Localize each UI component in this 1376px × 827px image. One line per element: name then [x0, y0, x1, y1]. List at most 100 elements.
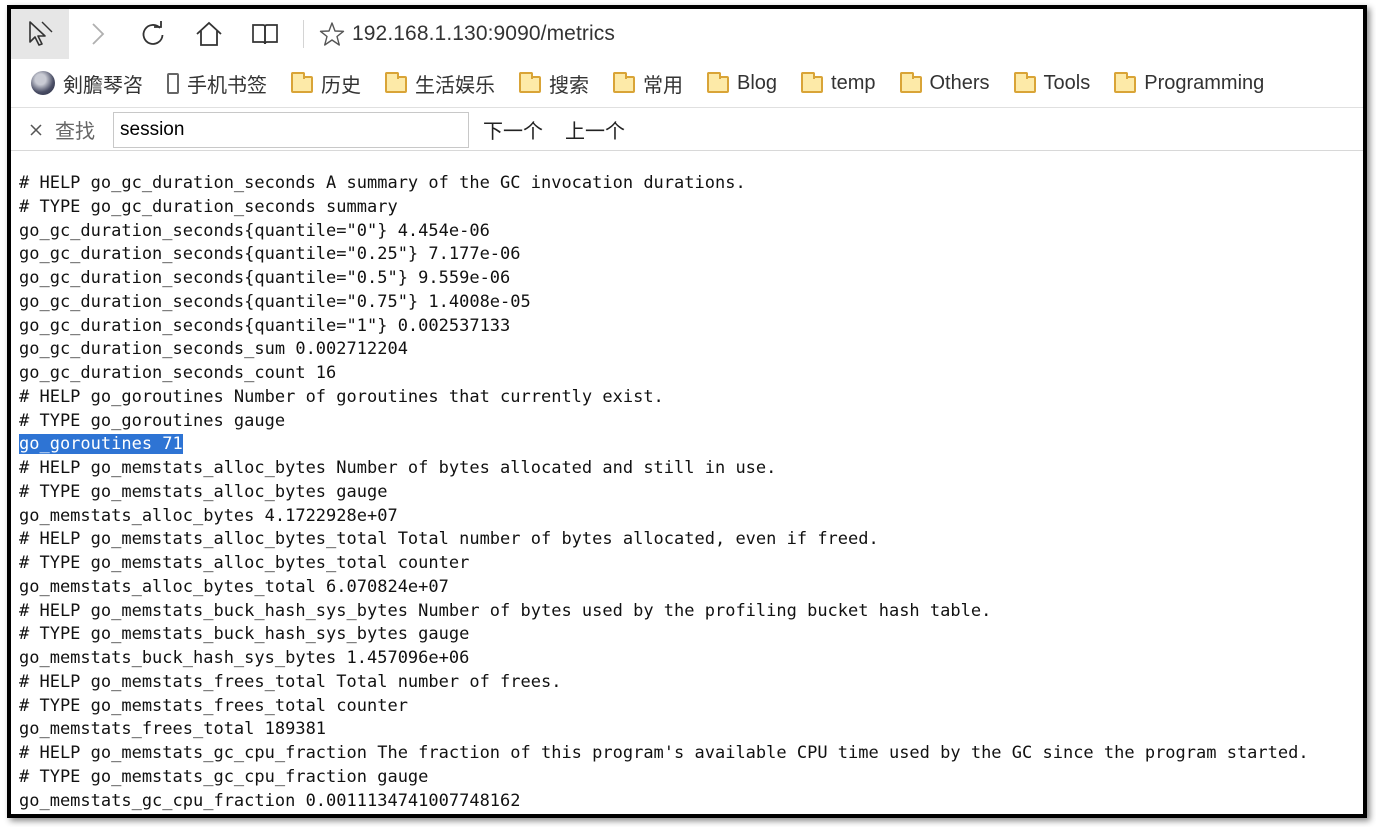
metrics-line: go_memstats_buck_hash_sys_bytes 1.457096…: [19, 647, 1363, 671]
metrics-line: # HELP go_goroutines Number of goroutine…: [19, 386, 1363, 410]
forward-icon: [92, 23, 105, 45]
metrics-line-text: # TYPE go_memstats_alloc_bytes_total cou…: [19, 553, 470, 573]
metrics-line: # TYPE go_memstats_frees_total counter: [19, 695, 1363, 719]
folder-icon: [519, 72, 541, 93]
find-previous-button[interactable]: 上一个: [565, 115, 625, 144]
bookmark-label: 历史: [321, 74, 361, 97]
find-next-button[interactable]: 下一个: [483, 115, 543, 144]
bookmark-folder-common[interactable]: 常用: [613, 69, 683, 98]
bookmark-folder-life[interactable]: 生活娱乐: [385, 69, 495, 98]
metrics-line-text: go_memstats_alloc_bytes_total 6.070824e+…: [19, 576, 449, 597]
forward-button[interactable]: [69, 9, 125, 59]
bookmark-mobile[interactable]: 手机书签: [167, 69, 267, 98]
bookmark-label: Programming: [1144, 71, 1265, 94]
metrics-line: # TYPE go_memstats_buck_hash_sys_bytes g…: [19, 623, 1363, 647]
bookmark-folder-search[interactable]: 搜索: [519, 69, 589, 98]
folder-icon: [1013, 72, 1036, 93]
phone-icon: [167, 72, 179, 94]
bookmark-label: temp: [831, 71, 876, 94]
metrics-line-text: # TYPE go_memstats_buck_hash_sys_bytes g…: [19, 624, 470, 645]
folder-icon: [291, 72, 313, 93]
folder-icon: [801, 72, 824, 93]
bookmark-folder-others[interactable]: Others: [899, 71, 990, 95]
bookmark-label: 生活娱乐: [415, 74, 495, 97]
metrics-line: go_memstats_gc_cpu_fraction 0.0011134741…: [19, 790, 1363, 814]
metrics-line: # TYPE go_gc_duration_seconds summary: [19, 196, 1363, 220]
cursor-select-button[interactable]: [11, 9, 69, 59]
metrics-line-text: go_memstats_alloc_bytes 4.1722928e+07: [19, 505, 398, 526]
metrics-line-text: # HELP go_gc_duration_seconds A summary …: [19, 173, 746, 193]
metrics-line: go_goroutines 71: [19, 433, 1363, 457]
metrics-line-text: go_memstats_frees_total 189381: [19, 719, 327, 740]
metrics-line-text: # HELP go_goroutines Number of goroutine…: [19, 386, 664, 407]
metrics-line: # HELP go_memstats_frees_total Total num…: [19, 671, 1363, 695]
metrics-line: # TYPE go_memstats_alloc_bytes gauge: [19, 481, 1363, 505]
find-close-button[interactable]: [25, 119, 47, 141]
metrics-line-text: # HELP go_memstats_frees_total Total num…: [19, 671, 562, 692]
metrics-line-text: # HELP go_memstats_alloc_bytes Number of…: [19, 458, 777, 478]
metrics-line-text: go_gc_duration_seconds{quantile="0.5"} 9…: [19, 268, 511, 288]
metrics-line: go_gc_duration_seconds{quantile="1"} 0.0…: [19, 315, 1363, 339]
address-bar-url[interactable]: 192.168.1.130:9090/metrics: [352, 22, 615, 46]
find-bar: 查找 下一个 上一个: [11, 109, 1363, 151]
bookmark-label: 手机书签: [187, 74, 267, 97]
metrics-line: # HELP go_gc_duration_seconds A summary …: [19, 172, 1363, 196]
metrics-line: go_gc_duration_seconds{quantile="0"} 4.4…: [19, 220, 1363, 244]
bookmark-profile[interactable]: 剣膽琴咨: [31, 69, 143, 98]
bookmarks-bar: 剣膽琴咨 手机书签 历史 生活娱乐 搜索 常用 Blog temp Others…: [11, 59, 1363, 108]
folder-icon: [899, 72, 922, 93]
metrics-line-text: go_gc_duration_seconds{quantile="0.75"} …: [19, 291, 531, 312]
bookmark-label: Others: [929, 71, 990, 94]
metrics-line: # TYPE go_goroutines gauge: [19, 410, 1363, 434]
metrics-line: # HELP go_memstats_alloc_bytes Number of…: [19, 457, 1363, 481]
avatar-icon: [31, 71, 55, 95]
folder-icon: [1114, 72, 1137, 93]
favorite-star-icon: [319, 22, 345, 46]
metrics-line-text: go_memstats_gc_cpu_fraction 0.0011134741…: [19, 790, 521, 811]
metrics-line-text: go_gc_duration_seconds{quantile="0"} 4.4…: [19, 220, 490, 241]
metrics-line-text: go_gc_duration_seconds_count 16: [19, 363, 337, 383]
bookmark-folder-blog[interactable]: Blog: [707, 72, 777, 95]
metrics-line-text: go_gc_duration_seconds{quantile="1"} 0.0…: [19, 315, 511, 336]
metrics-line: go_gc_duration_seconds{quantile="0.5"} 9…: [19, 267, 1363, 291]
refresh-button[interactable]: [125, 9, 181, 59]
metrics-line-text: go_gc_duration_seconds{quantile="0.25"} …: [19, 244, 521, 265]
metrics-line: go_memstats_frees_total 189381: [19, 718, 1363, 742]
metrics-line: go_gc_duration_seconds{quantile="0.25"} …: [19, 243, 1363, 267]
reading-view-icon: [252, 24, 278, 45]
refresh-icon: [142, 21, 164, 45]
metrics-line-text: go_memstats_buck_hash_sys_bytes 1.457096…: [19, 648, 470, 668]
metrics-line-text: # HELP go_memstats_alloc_bytes_total Tot…: [19, 529, 879, 550]
bookmark-folder-programming[interactable]: Programming: [1114, 72, 1264, 95]
cursor-select-icon: [29, 21, 53, 46]
bookmark-label: Blog: [737, 71, 778, 94]
bookmark-folder-history[interactable]: 历史: [291, 69, 361, 98]
metrics-line: go_memstats_alloc_bytes 4.1722928e+07: [19, 505, 1363, 529]
address-toolbar: 192.168.1.130:9090/metrics: [11, 9, 1363, 59]
folder-icon: [707, 72, 729, 93]
bookmark-label: 常用: [643, 74, 683, 97]
folder-icon: [385, 72, 407, 93]
browser-window: 192.168.1.130:9090/metrics 剣膽琴咨 手机书签 历史 …: [7, 5, 1367, 818]
metrics-line: # TYPE go_memstats_alloc_bytes_total cou…: [19, 552, 1363, 576]
metrics-line: # HELP go_memstats_gc_cpu_fraction The f…: [19, 742, 1363, 766]
metrics-line: # TYPE go_memstats_gc_cpu_fraction gauge: [19, 766, 1363, 790]
metrics-line: # HELP go_memstats_buck_hash_sys_bytes N…: [19, 600, 1363, 624]
folder-icon: [613, 72, 635, 93]
bookmark-folder-temp[interactable]: temp: [801, 71, 876, 95]
bookmark-label: 剣膽琴咨: [63, 74, 143, 97]
bookmark-label: Tools: [1043, 71, 1091, 94]
reading-view-button[interactable]: [237, 9, 293, 59]
favorite-button[interactable]: [312, 9, 352, 59]
find-input[interactable]: [113, 111, 469, 148]
close-icon: [30, 123, 42, 136]
metrics-line: go_gc_duration_seconds_sum 0.002712204: [19, 338, 1363, 362]
home-icon: [196, 21, 222, 46]
metrics-line-text: # TYPE go_memstats_alloc_bytes gauge: [19, 481, 388, 502]
bookmark-folder-tools[interactable]: Tools: [1013, 71, 1091, 95]
home-button[interactable]: [181, 9, 237, 59]
metrics-line-text: # HELP go_memstats_buck_hash_sys_bytes N…: [19, 600, 992, 621]
metrics-line: go_memstats_alloc_bytes_total 6.070824e+…: [19, 576, 1363, 600]
metrics-line-text: go_gc_duration_seconds_sum 0.002712204: [19, 339, 408, 360]
bookmark-label: 搜索: [549, 74, 589, 97]
